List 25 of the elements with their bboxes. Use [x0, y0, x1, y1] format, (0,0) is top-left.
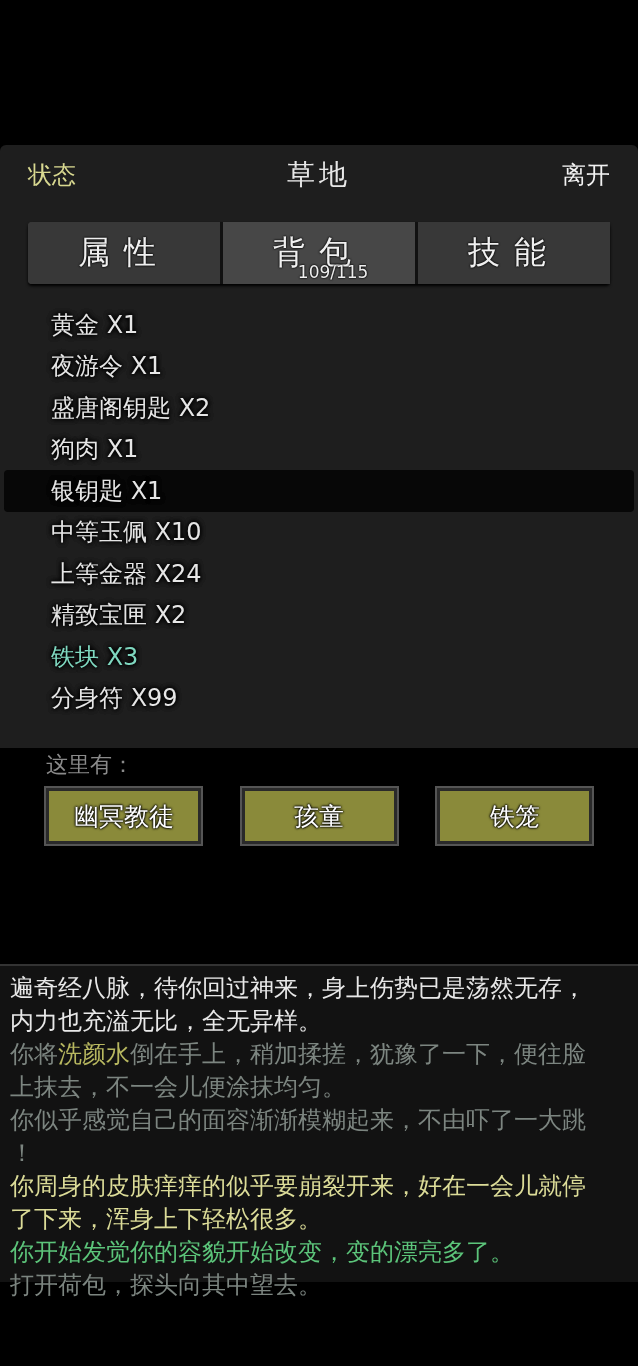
npc-button[interactable]: 孩童 [241, 788, 397, 844]
inventory-item[interactable]: 铁块 X3 [4, 636, 634, 678]
here-label: 这里有： [46, 751, 135, 779]
location-title: 草地 [287, 157, 351, 193]
inventory-item[interactable]: 中等玉佩 X10 [4, 511, 634, 553]
npc-button[interactable]: 幽冥教徒 [46, 788, 201, 844]
npc-button[interactable]: 铁笼 [437, 788, 592, 844]
log-message: 遍奇经八脉，待你回过神来，身上伤势已是荡然无存，内力也充溢无比，全无异样。 [10, 973, 587, 1037]
log-message: 你将洗颜水倒在手上，稍加揉搓，犹豫了一下，便往脸上抹去，不一会儿便涂抹均匀。 [10, 1039, 587, 1103]
inventory-item[interactable]: 夜游令 X1 [4, 345, 634, 387]
tab[interactable]: 技能 [415, 222, 610, 284]
tab[interactable]: 属性 [28, 222, 220, 284]
log-message: 你似乎感觉自己的面容渐渐模糊起来，不由吓了一大跳！ [10, 1105, 587, 1169]
leave-link[interactable]: 离开 [562, 159, 610, 191]
inventory-item[interactable]: 黄金 X1 [4, 304, 634, 346]
log-message: 打开荷包，探头向其中望去。 [10, 1270, 323, 1301]
inventory-item[interactable]: 上等金器 X24 [4, 553, 634, 595]
inventory-item[interactable]: 狗肉 X1 [4, 428, 634, 470]
inventory-item[interactable]: 银钥匙 X1 [4, 470, 634, 512]
log-message: 你周身的皮肤痒痒的似乎要崩裂开来，好在一会儿就停了下来，浑身上下轻松很多。 [10, 1171, 587, 1235]
inventory-item[interactable]: 盛唐阁钥匙 X2 [4, 387, 634, 429]
log-message: 你开始发觉你的容貌开始改变，变的漂亮多了。 [10, 1237, 515, 1268]
inventory-item[interactable]: 精致宝匣 X2 [4, 594, 634, 636]
inventory-item[interactable]: 分身符 X99 [4, 677, 634, 719]
status-link[interactable]: 状态 [28, 159, 76, 191]
